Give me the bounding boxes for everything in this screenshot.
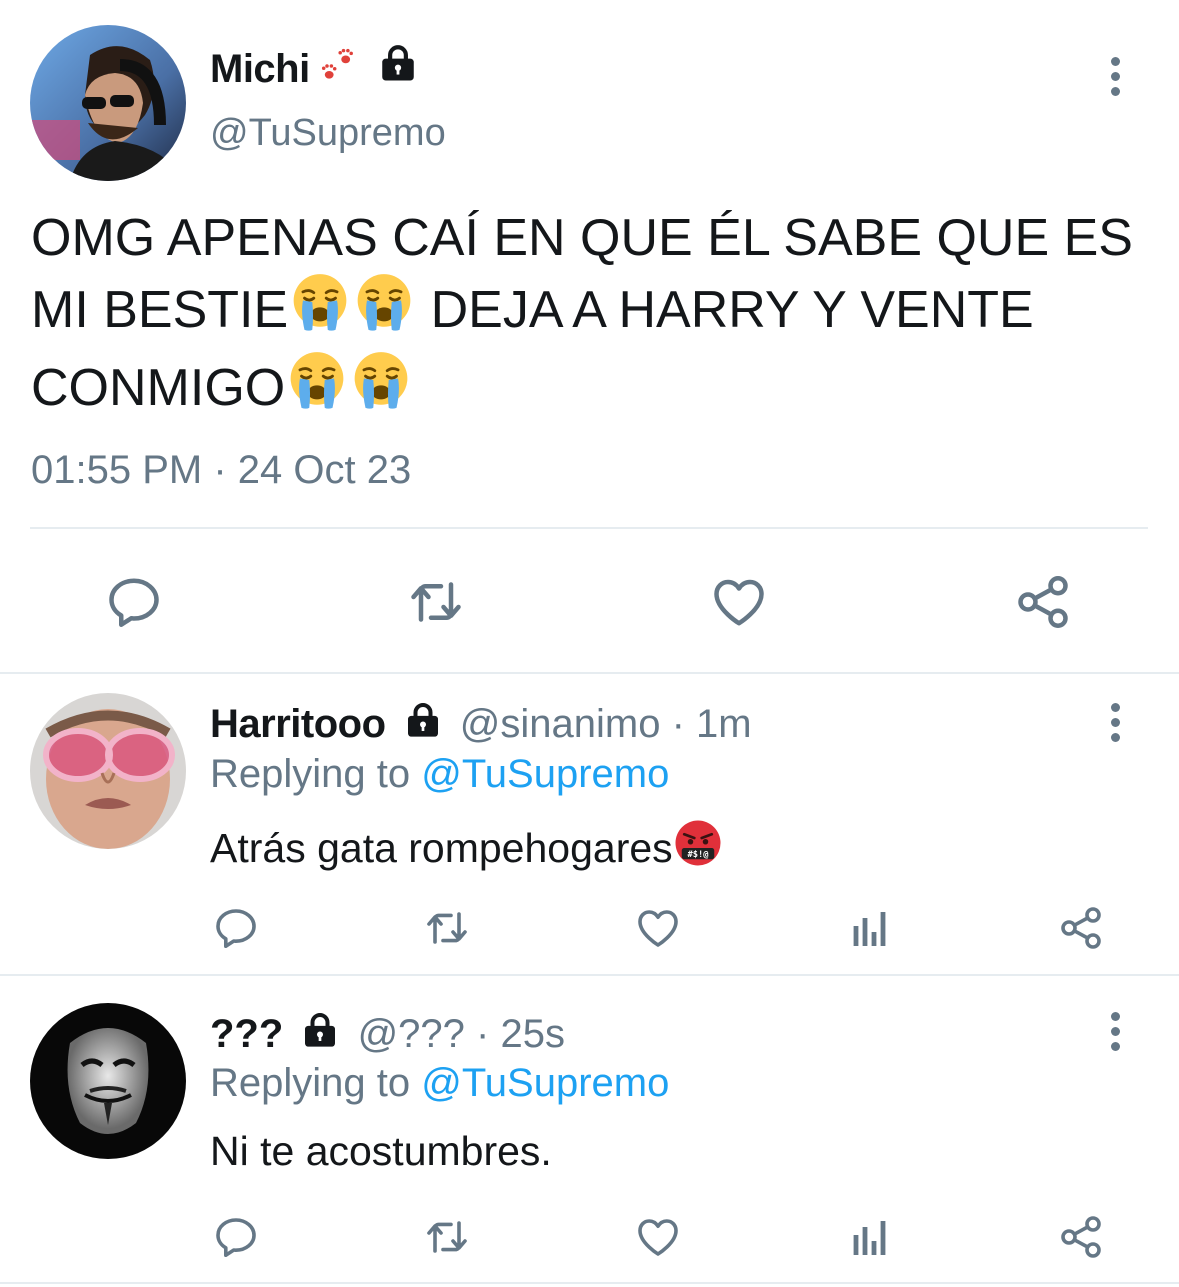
- replying-to-label: Replying to: [210, 752, 411, 796]
- replying-to-link[interactable]: @TuSupremo: [421, 1061, 669, 1105]
- divider: [0, 1282, 1179, 1284]
- separator-dot: ·: [213, 448, 227, 492]
- avatar-harritooo[interactable]: [30, 693, 186, 849]
- reply-age: 25s: [500, 1012, 565, 1056]
- reply-header: Harritooo @sinanimo · 1m: [210, 700, 752, 747]
- tweet-text-line: CONMIGO: [31, 349, 1161, 427]
- more-vertical-icon[interactable]: [1103, 57, 1127, 102]
- loudly-crying-face-emoji: [285, 349, 349, 427]
- replying-to-label: Replying to: [210, 1061, 411, 1105]
- tweet-text: OMG APENAS CAÍ EN QUE ÉL SABE QUE ES MI …: [31, 205, 1161, 427]
- divider: [0, 974, 1179, 976]
- share-icon[interactable]: [1057, 904, 1105, 952]
- tweet-timestamp: 01:55 PM · 24 Oct 23: [31, 448, 411, 493]
- reply-age: 1m: [696, 702, 752, 746]
- tweet-time: 01:55 PM: [31, 448, 203, 492]
- reply-handle[interactable]: @???: [358, 1012, 465, 1056]
- more-vertical-icon[interactable]: [1103, 703, 1127, 748]
- like-icon[interactable]: [634, 904, 682, 952]
- tweet-text-line: OMG APENAS CAÍ EN QUE ÉL SABE QUE ES: [31, 209, 1133, 267]
- separator-dot: ·: [671, 702, 685, 746]
- tweet-text-part: MI BESTIE: [31, 281, 289, 339]
- like-icon[interactable]: [634, 1213, 682, 1261]
- avatar-michi[interactable]: [30, 25, 186, 181]
- replying-to: Replying to @TuSupremo: [210, 1061, 669, 1106]
- share-icon[interactable]: [1057, 1213, 1105, 1261]
- loudly-crying-face-emoji: [288, 271, 352, 349]
- tweet-text-line: MI BESTIE DEJA A HARRY Y VENTE: [31, 271, 1161, 349]
- tweet-text-part: CONMIGO: [31, 359, 286, 417]
- more-vertical-icon[interactable]: [1103, 1012, 1127, 1057]
- divider: [30, 527, 1148, 529]
- retweet-icon[interactable]: [423, 904, 471, 952]
- separator-dot: ·: [476, 1012, 490, 1056]
- lock-icon: [403, 700, 443, 740]
- reply-header: ??? @??? · 25s: [210, 1010, 565, 1057]
- share-icon[interactable]: [1013, 572, 1073, 632]
- author-row: Michi: [210, 42, 419, 92]
- reply-text: Atrás gata rompehogares: [210, 818, 723, 878]
- divider: [0, 672, 1179, 674]
- author-display-name[interactable]: Michi: [210, 47, 310, 91]
- face-with-symbols-on-mouth-emoji: [673, 818, 723, 878]
- retweet-icon[interactable]: [423, 1213, 471, 1261]
- paw-prints-emoji: [314, 44, 362, 93]
- loudly-crying-face-emoji: [352, 271, 416, 349]
- analytics-icon[interactable]: [846, 904, 894, 952]
- replying-to-link[interactable]: @TuSupremo: [421, 752, 669, 796]
- reply-handle[interactable]: @sinanimo: [460, 702, 661, 746]
- reply-display-name[interactable]: Harritooo: [210, 702, 386, 746]
- retweet-icon[interactable]: [406, 572, 466, 632]
- tweet-text-part: DEJA A HARRY Y VENTE: [416, 281, 1034, 339]
- reply-text: Ni te acostumbres.: [210, 1128, 552, 1174]
- like-icon[interactable]: [709, 572, 769, 632]
- reply-display-name[interactable]: ???: [210, 1012, 283, 1056]
- reply-text-content: Atrás gata rompehogares: [210, 825, 673, 871]
- loudly-crying-face-emoji: [349, 349, 413, 427]
- lock-icon: [377, 42, 419, 84]
- reply-icon[interactable]: [212, 1213, 260, 1261]
- replying-to: Replying to @TuSupremo: [210, 752, 669, 797]
- reply-icon[interactable]: [212, 904, 260, 952]
- lock-icon: [300, 1010, 340, 1050]
- analytics-icon[interactable]: [846, 1213, 894, 1261]
- avatar-anonymous[interactable]: [30, 1003, 186, 1159]
- reply-icon[interactable]: [104, 572, 164, 632]
- tweet-date: 24 Oct 23: [237, 448, 412, 492]
- author-handle[interactable]: @TuSupremo: [210, 112, 446, 155]
